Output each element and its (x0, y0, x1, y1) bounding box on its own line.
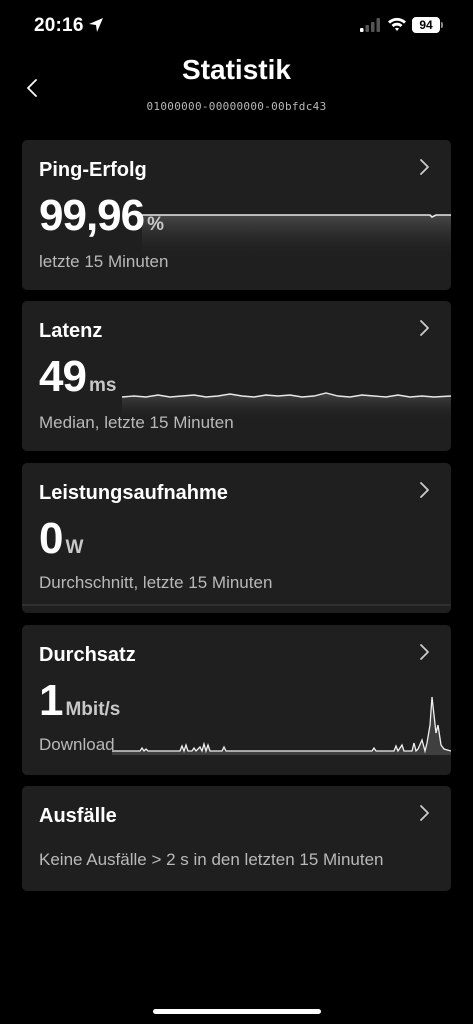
card-title: Ausfälle (39, 805, 117, 827)
page-title: Statistik (182, 54, 291, 85)
value-number: 49 (39, 352, 87, 401)
card-caption: Download (39, 735, 115, 754)
chevron-right-icon (420, 644, 429, 660)
value-number: 99,96 (39, 191, 145, 240)
power-sparkline (22, 604, 451, 606)
status-bar: 20:16 94 (0, 0, 473, 52)
value-number: 0 (39, 514, 64, 563)
location-arrow-icon (89, 18, 103, 32)
chevron-right-icon (420, 320, 429, 336)
card-outages[interactable]: Ausfälle Keine Ausfälle > 2 s in den let… (22, 786, 451, 891)
throughput-value: 1 Mbit/s (39, 679, 120, 723)
power-value: 0W (39, 517, 83, 561)
card-caption: Durchschnitt, letzte 15 Minuten (39, 573, 273, 592)
card-title: Latenz (39, 320, 103, 342)
card-title: Ping-Erfolg (39, 159, 147, 181)
battery-indicator: 94 (412, 17, 440, 33)
latency-value: 49 ms (39, 355, 116, 399)
device-id: 01000000-00000000-00bfdc43 (146, 100, 327, 113)
card-latency[interactable]: Latenz 49 ms Median, letzte 15 Minuten (22, 301, 451, 451)
card-power-consumption[interactable]: Leistungsaufnahme 0W Durchschnitt, letzt… (22, 463, 451, 613)
card-caption: Median, letzte 15 Minuten (39, 413, 234, 432)
card-ping-success[interactable]: Ping-Erfolg 99,96% letzte 15 Minuten (22, 140, 451, 290)
chevron-right-icon (420, 805, 429, 821)
value-unit: W (65, 537, 84, 558)
home-indicator[interactable] (153, 1009, 321, 1014)
value-unit: ms (88, 375, 117, 396)
chevron-right-icon (420, 482, 429, 498)
chevron-right-icon (420, 159, 429, 175)
status-time: 20:16 (34, 15, 84, 36)
card-title: Leistungsaufnahme (39, 482, 228, 504)
cellular-signal-icon (360, 18, 380, 32)
card-title: Durchsatz (39, 644, 136, 666)
wifi-icon (388, 17, 406, 31)
value-number: 1 (39, 676, 64, 725)
ping-success-value: 99,96% (39, 194, 164, 238)
card-caption: Keine Ausfälle > 2 s in den letzten 15 M… (39, 850, 384, 869)
value-unit: Mbit/s (65, 699, 121, 720)
battery-tip (441, 22, 443, 28)
value-unit: % (147, 214, 165, 235)
card-caption: letzte 15 Minuten (39, 252, 169, 271)
card-throughput[interactable]: Durchsatz 1 Mbit/s Download (22, 625, 451, 775)
